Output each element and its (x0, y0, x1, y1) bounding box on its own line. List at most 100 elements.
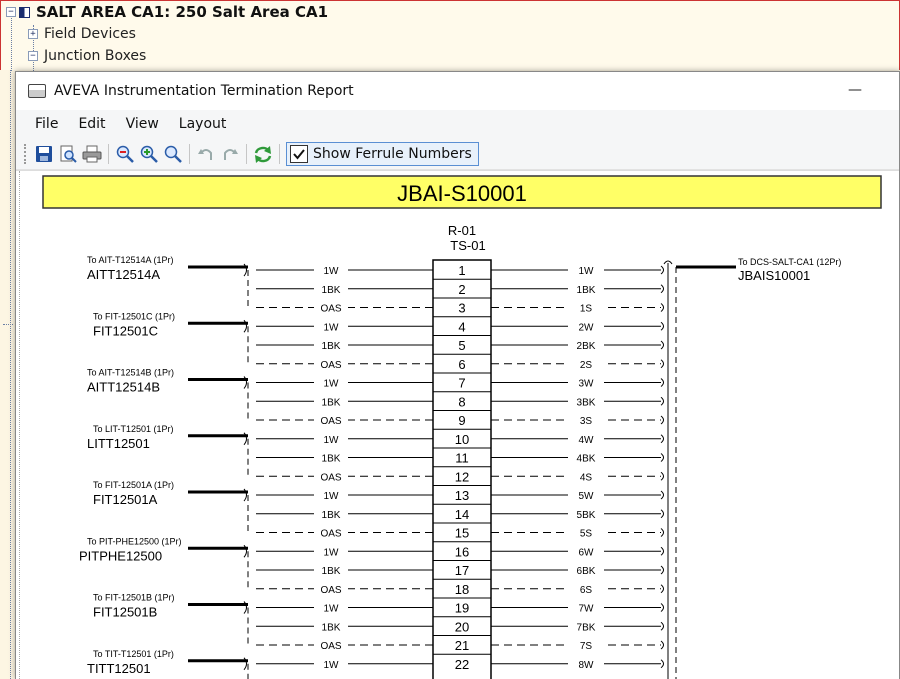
incoming-instrument-tag: AITT12514A (87, 267, 160, 282)
toolbar-separator (279, 143, 280, 164)
toolbar-grip[interactable] (24, 143, 26, 164)
wire-bracket (660, 378, 664, 387)
wire-core-label: OAS (320, 585, 341, 596)
wire-core-label: OAS (320, 360, 341, 371)
terminal-number: 14 (455, 507, 469, 522)
menu-file[interactable]: File (25, 116, 68, 132)
terminal-number: 12 (455, 469, 469, 484)
tree-label-field-devices[interactable]: Field Devices (44, 26, 136, 42)
incoming-instrument-tag: FIT12501A (93, 492, 158, 507)
wire-core-label: 1BK (322, 397, 341, 408)
ferrule-label: 7S (580, 641, 593, 652)
ferrule-label: 2S (580, 360, 593, 371)
save-icon[interactable] (33, 143, 55, 165)
wire-bracket (660, 546, 664, 556)
wire-bracket (660, 284, 664, 294)
incoming-cable-destination: To TIT-T12501 (1Pr) (93, 649, 174, 659)
wire-core-label: 1W (324, 379, 340, 390)
ferrule-label: 3BK (577, 397, 596, 408)
wire-core-label: 1BK (322, 285, 341, 296)
wire-bracket (660, 321, 664, 331)
print-icon[interactable] (81, 143, 103, 165)
report-canvas[interactable]: JBAI-S10001 R-01 TS-01 To DCS-SALT-CA1 (… (16, 170, 899, 679)
outgoing-cable-tag: JBAIS10001 (738, 268, 810, 283)
terminal-number: 3 (458, 301, 465, 316)
redo-icon[interactable] (219, 143, 241, 165)
wire-core-label: 1BK (322, 622, 341, 633)
wire-core-label: 1BK (322, 341, 341, 352)
print-preview-icon[interactable] (57, 143, 79, 165)
ferrule-label: 7BK (577, 622, 596, 633)
ferrule-checkbox[interactable] (290, 144, 308, 163)
wire-core-label: 1BK (322, 510, 341, 521)
menu-layout[interactable]: Layout (169, 116, 237, 132)
wire-bracket (660, 621, 664, 631)
tree-guide-line (10, 70, 11, 679)
ferrule-label: 1BK (577, 285, 596, 296)
terminal-number: 21 (455, 638, 469, 653)
tree-area-label[interactable]: SALT AREA CA1: 250 Salt Area CA1 (36, 3, 328, 21)
wire-core-label: OAS (320, 304, 341, 315)
tree-expander[interactable]: + (28, 29, 38, 39)
window-title: AVEVA Instrumentation Termination Report (54, 83, 354, 99)
area-icon (19, 6, 30, 18)
window-titlebar[interactable]: AVEVA Instrumentation Termination Report… (16, 72, 899, 110)
tree-node-salt-area[interactable]: − SALT AREA CA1: 250 Salt Area CA1 (6, 2, 328, 22)
incoming-cable-destination: To FIT-12501B (1Pr) (93, 593, 175, 603)
incoming-cable-destination: To PIT-PHE12500 (1Pr) (87, 536, 182, 546)
wire-bracket (660, 471, 664, 481)
incoming-cable-destination: To AIT-T12514A (1Pr) (87, 255, 174, 265)
incoming-cable-destination: To FIT-12501A (1Pr) (93, 480, 174, 490)
window-app-icon (28, 84, 46, 98)
terminal-number: 22 (455, 657, 469, 672)
zoom-out-icon[interactable] (114, 143, 136, 165)
tree-expander[interactable]: − (6, 7, 16, 17)
minimize-button[interactable]: — (845, 82, 865, 100)
terminal-number: 17 (455, 563, 469, 578)
terminal-number: 10 (455, 432, 469, 447)
tree-node-junction-boxes[interactable]: − Junction Boxes (28, 46, 146, 66)
tree-expander[interactable]: − (28, 51, 38, 61)
ferrule-label: 4W (579, 435, 595, 446)
ferrule-label: 1S (580, 304, 593, 315)
terminal-strip-label: TS-01 (450, 238, 485, 253)
terminal-number: 2 (458, 282, 465, 297)
zoom-fit-icon[interactable] (162, 143, 184, 165)
ferrule-label: 5W (579, 491, 595, 502)
incoming-instrument-tag: FIT12501B (93, 605, 157, 620)
termination-report-window: AVEVA Instrumentation Termination Report… (15, 71, 900, 679)
terminal-number: 13 (455, 488, 469, 503)
incoming-instrument-tag: PITPHE12500 (79, 548, 162, 563)
wire-bracket (660, 359, 664, 369)
zoom-in-icon[interactable] (138, 143, 160, 165)
terminal-number: 20 (455, 619, 469, 634)
show-ferrule-numbers-toggle[interactable]: Show Ferrule Numbers (286, 141, 479, 166)
wire-bracket (660, 265, 664, 275)
menu-edit[interactable]: Edit (68, 116, 115, 132)
wire-core-label: 1W (324, 547, 340, 558)
ferrule-label: 3W (579, 379, 595, 390)
ferrule-label: 7W (579, 604, 595, 615)
toolbar-separator (108, 143, 109, 164)
ferrule-label: 1W (579, 266, 595, 277)
tree-node-field-devices[interactable]: + Field Devices (28, 24, 136, 44)
ferrule-label: 4S (580, 472, 593, 483)
wire-core-label: 1BK (322, 454, 341, 465)
incoming-cable-destination: To LIT-T12501 (1Pr) (93, 424, 174, 434)
menu-view[interactable]: View (116, 116, 169, 132)
junction-box-title: JBAI-S10001 (397, 181, 527, 206)
wire-bracket (660, 415, 664, 425)
wire-bracket (660, 490, 664, 500)
terminal-number: 9 (458, 413, 465, 428)
wire-core-label: OAS (320, 529, 341, 540)
refresh-icon[interactable] (252, 143, 274, 165)
incoming-cable-destination: To FIT-12501C (1Pr) (93, 311, 175, 321)
incoming-instrument-tag: TITT12501 (87, 661, 151, 676)
wire-bracket (660, 603, 664, 612)
wire-core-label: OAS (320, 641, 341, 652)
terminal-number: 8 (458, 394, 465, 409)
toolbar-separator (246, 143, 247, 164)
terminal-number: 7 (458, 376, 465, 391)
tree-label-junction-boxes[interactable]: Junction Boxes (44, 48, 146, 64)
undo-icon[interactable] (195, 143, 217, 165)
